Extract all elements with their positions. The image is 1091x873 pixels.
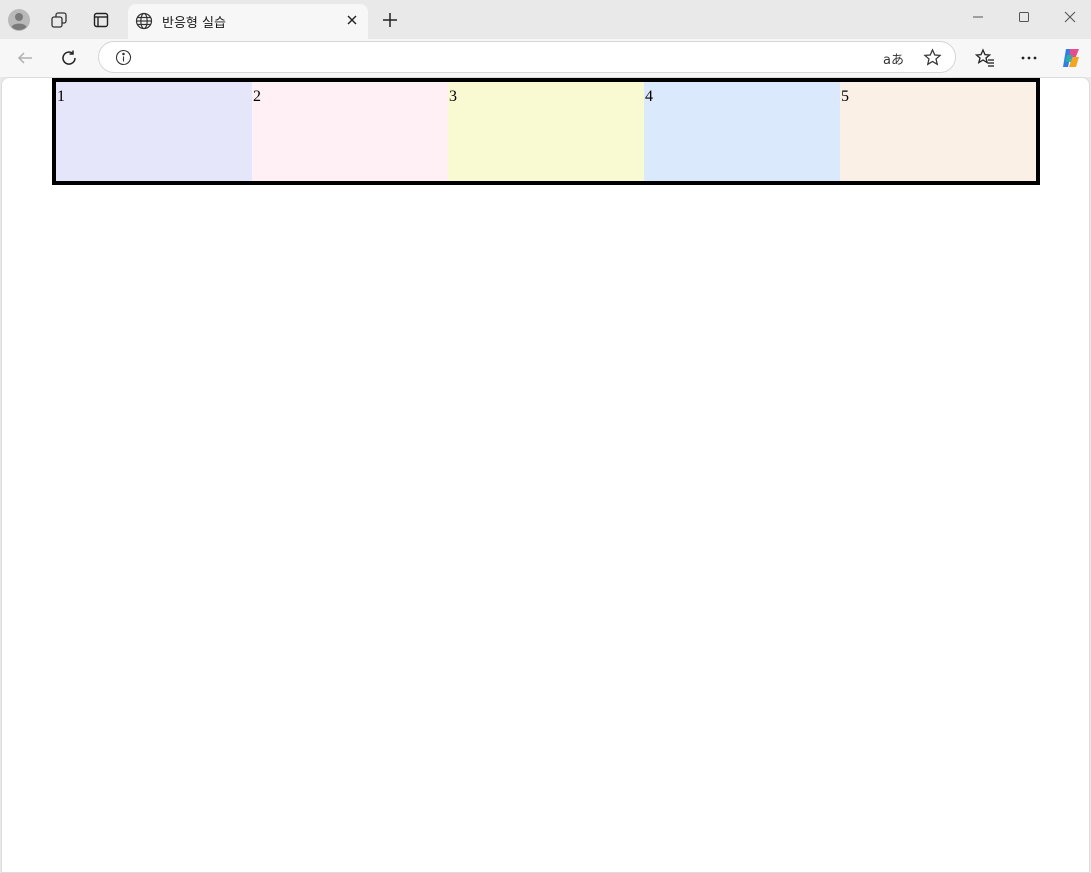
title-bar: 반응형 실습 xyxy=(0,0,1091,39)
back-button[interactable] xyxy=(9,42,41,74)
favorites-button[interactable] xyxy=(969,42,1001,74)
minimize-button[interactable] xyxy=(955,0,1001,34)
address-bar[interactable]: aあ xyxy=(98,41,956,73)
info-icon[interactable] xyxy=(115,49,132,71)
globe-icon xyxy=(135,12,153,35)
box-3: 3 xyxy=(448,82,644,181)
star-icon[interactable] xyxy=(923,48,942,72)
box-1: 1 xyxy=(56,82,252,181)
tab-actions-icon[interactable] xyxy=(85,4,117,36)
close-tab-icon[interactable] xyxy=(344,12,360,33)
box-5: 5 xyxy=(840,82,1036,181)
browser-tab[interactable]: 반응형 실습 xyxy=(128,4,368,39)
profile-icon[interactable] xyxy=(3,4,35,36)
navigation-toolbar: aあ xyxy=(0,39,1091,77)
maximize-button[interactable] xyxy=(1001,0,1047,34)
refresh-button[interactable] xyxy=(53,42,85,74)
more-button[interactable] xyxy=(1013,42,1045,74)
box-4: 4 xyxy=(644,82,840,181)
translate-button[interactable]: aあ xyxy=(883,49,904,68)
page-viewport: 12345 xyxy=(1,77,1090,873)
copilot-icon[interactable] xyxy=(1055,42,1087,74)
close-window-button[interactable] xyxy=(1047,0,1091,34)
responsive-container: 12345 xyxy=(52,78,1040,185)
new-tab-button[interactable] xyxy=(374,4,406,36)
box-2: 2 xyxy=(252,82,448,181)
workspaces-icon[interactable] xyxy=(43,4,75,36)
tab-title: 반응형 실습 xyxy=(162,16,226,31)
